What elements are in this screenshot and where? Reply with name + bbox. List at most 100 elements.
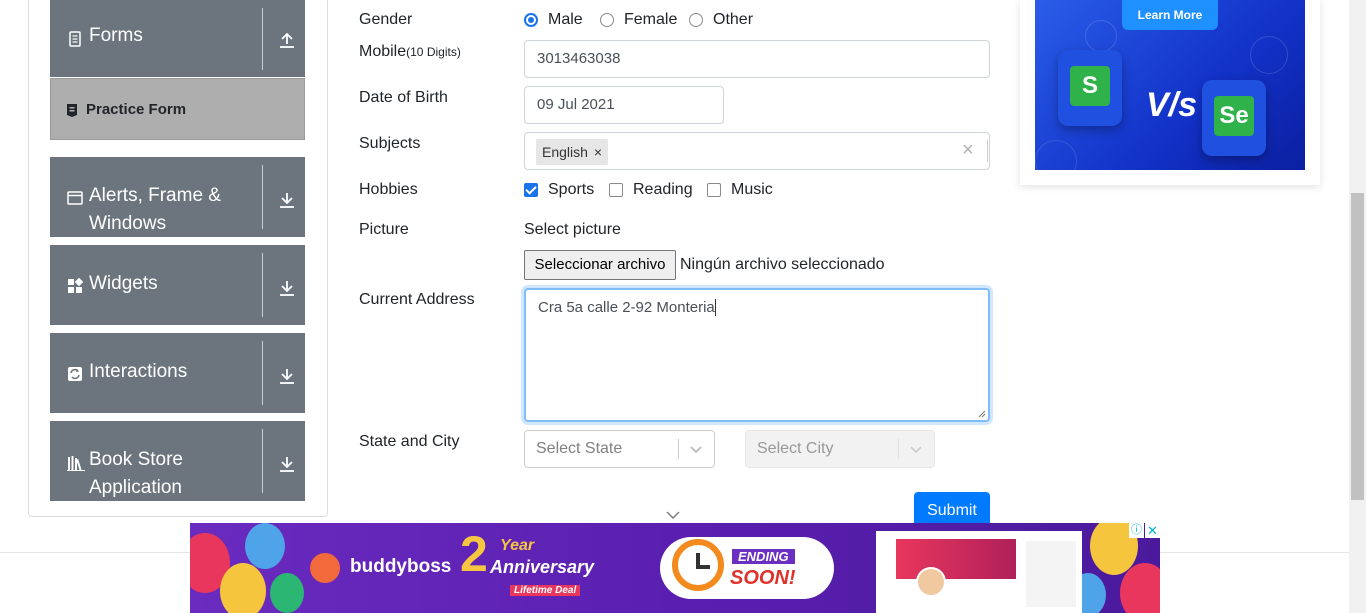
chevron-down-icon[interactable]	[666, 510, 680, 520]
scrollbar-thumb[interactable]	[1351, 193, 1364, 500]
download-arrow-icon[interactable]	[278, 279, 296, 297]
sidebar-group-label: Book Store	[89, 449, 183, 470]
document-icon	[69, 31, 81, 47]
divider	[262, 8, 263, 70]
ending-text: ENDING	[732, 549, 795, 564]
buddyboss-logo-icon	[310, 553, 340, 583]
anniversary-number: 2	[460, 526, 488, 582]
screenshot-sidebar	[1026, 541, 1076, 607]
sidebar-group-widgets[interactable]: Widgets	[50, 245, 305, 325]
file-status: Ningún archivo seleccionado	[680, 256, 885, 273]
learn-more-button[interactable]: Learn More	[1122, 0, 1218, 30]
decorative-circle	[1085, 20, 1117, 52]
mobile-input[interactable]: 3013463038	[524, 40, 990, 78]
form-icon	[67, 104, 77, 117]
mobile-label-text: Mobile	[359, 43, 407, 60]
gender-other-label[interactable]: Other	[713, 11, 753, 29]
city-placeholder: Select City	[757, 440, 834, 457]
gender-male-radio[interactable]	[524, 13, 538, 27]
bottom-ad-banner[interactable]: buddyboss 2 Year Anniversary Lifetime De…	[190, 523, 1160, 613]
download-arrow-icon[interactable]	[278, 191, 296, 209]
subject-chip-label: English	[542, 144, 588, 160]
divider	[262, 429, 263, 493]
chevron-down-icon[interactable]	[690, 443, 702, 455]
selenium-logo-letter: Se	[1214, 96, 1254, 136]
state-placeholder: Select State	[536, 440, 623, 457]
anniversary-deal: Lifetime Deal	[510, 585, 581, 596]
soon-text: SOON!	[730, 567, 796, 589]
city-select[interactable]: Select City	[745, 430, 935, 468]
hobby-reading-label[interactable]: Reading	[633, 181, 693, 199]
divider	[262, 165, 263, 229]
interactions-icon	[68, 367, 82, 381]
mobile-hint: (10 Digits)	[406, 45, 461, 59]
screenshot-avatar	[916, 567, 946, 597]
gender-other-radio[interactable]	[689, 13, 703, 27]
anniversary-word: Anniversary	[490, 557, 595, 577]
app-screenshot-image	[876, 531, 1082, 613]
subject-chip: English ×	[536, 139, 608, 165]
upload-arrow-icon[interactable]	[278, 31, 296, 49]
hobby-music-checkbox[interactable]	[707, 183, 721, 197]
hobby-sports-label[interactable]: Sports	[548, 181, 594, 199]
gender-label: Gender	[359, 11, 413, 28]
sidebar-group-label: Forms	[89, 25, 143, 46]
books-icon	[67, 456, 85, 471]
resize-handle-icon[interactable]	[978, 410, 986, 418]
decorative-circle	[1250, 36, 1288, 74]
balloon-decoration	[220, 563, 266, 613]
gender-female-radio[interactable]	[600, 13, 614, 27]
state-city-label: State and City	[359, 433, 460, 450]
sidebar-item-practice-form[interactable]: Practice Form	[50, 78, 305, 140]
sidebar-group-forms[interactable]: Forms	[50, 0, 305, 77]
ad-close-icon[interactable]: ✕	[1145, 523, 1160, 538]
window-icon	[67, 191, 83, 205]
sidebar-group-book-store[interactable]: Book Store Application	[50, 421, 305, 501]
text-caret	[714, 299, 716, 316]
address-value: Cra 5a calle 2-92 Monteria	[538, 299, 715, 316]
sidebar-group-label: Widgets	[89, 273, 158, 294]
buddyboss-brand: buddyboss	[350, 556, 452, 577]
hobby-sports-checkbox[interactable]	[524, 183, 538, 197]
remove-chip-icon[interactable]: ×	[594, 139, 602, 165]
balloon-decoration	[245, 523, 285, 569]
decorative-circle	[1035, 140, 1077, 170]
sidebar-group-alerts[interactable]: Alerts, Frame & Windows	[50, 157, 305, 237]
chevron-down-icon[interactable]	[910, 443, 922, 455]
divider	[898, 439, 899, 459]
clear-icon[interactable]: ×	[962, 140, 974, 160]
select-picture-caption: Select picture	[524, 221, 621, 238]
state-select[interactable]: Select State	[524, 430, 715, 468]
hobby-music-label[interactable]: Music	[731, 181, 773, 199]
sidebar-item-label: Practice Form	[86, 101, 187, 118]
download-arrow-icon[interactable]	[278, 367, 296, 385]
hobby-reading-checkbox[interactable]	[609, 183, 623, 197]
gender-female-label[interactable]: Female	[624, 11, 677, 29]
download-arrow-icon[interactable]	[278, 455, 296, 473]
divider	[678, 439, 679, 459]
clock-hand	[696, 565, 710, 569]
choose-file-button[interactable]: Seleccionar archivo	[524, 250, 676, 280]
selenium-logo: Se	[1202, 80, 1266, 156]
divider	[262, 253, 263, 317]
dob-input[interactable]: 09 Jul 2021	[524, 86, 724, 124]
address-label: Current Address	[359, 291, 475, 308]
sidebar-group-label-line2: Windows	[89, 213, 167, 234]
katalon-logo: S	[1058, 50, 1122, 126]
screenshot-cover	[896, 539, 1016, 579]
sidebar-group-label: Alerts, Frame &	[89, 185, 221, 206]
hobbies-label: Hobbies	[359, 181, 418, 198]
ad-info-icon[interactable]: ⓘ	[1129, 523, 1144, 538]
gender-male-label[interactable]: Male	[548, 11, 583, 29]
katalon-logo-letter: S	[1070, 66, 1110, 106]
sidebar-group-label: Interactions	[89, 361, 188, 382]
divider	[262, 341, 263, 405]
dob-value: 09 Jul 2021	[537, 96, 615, 113]
widgets-icon	[68, 278, 83, 293]
sidebar-group-interactions[interactable]: Interactions	[50, 333, 305, 413]
anniversary-year: Year	[500, 537, 535, 554]
current-address-textarea[interactable]: Cra 5a calle 2-92 Monteria	[524, 288, 990, 422]
sidebar-group-label-line2: Application	[89, 477, 182, 498]
mobile-value: 3013463038	[537, 50, 621, 67]
divider	[987, 140, 988, 162]
